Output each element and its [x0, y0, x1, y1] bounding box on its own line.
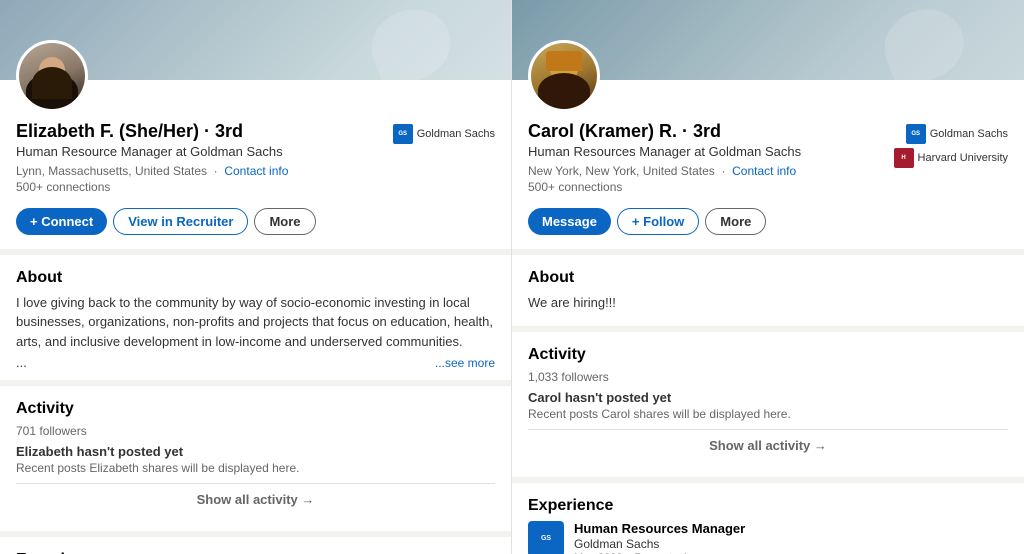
about-section-carol: About We are hiring!!! — [528, 269, 1008, 327]
activity-section-carol: Activity 1,033 followers Carol hasn't po… — [528, 346, 1008, 477]
profile-panel-elizabeth: Elizabeth F. (She/Her) · 3rd Human Resou… — [0, 0, 512, 554]
contact-info-link-elizabeth[interactable]: Contact info — [224, 164, 288, 178]
gs-logo-box-carol: GS — [906, 124, 926, 144]
about-text-carol: We are hiring!!! — [528, 293, 1008, 313]
company-logo-harvard-carol: H Harvard University — [894, 148, 1008, 168]
activity-sub-carol: Recent posts Carol shares will be displa… — [528, 407, 1008, 421]
show-all-activity-carol[interactable]: Show all activity → — [528, 438, 1008, 453]
about-title-carol: About — [528, 269, 1008, 287]
company-logos-carol: GS Goldman Sachs H Harvard University — [894, 124, 1008, 168]
divider-1-carol — [512, 249, 1024, 255]
action-buttons-carol: Message + Follow More — [528, 208, 1008, 235]
connect-button-elizabeth[interactable]: + Connect — [16, 208, 107, 235]
activity-title-carol: Activity — [528, 346, 1008, 364]
profile-panel-carol: Carol (Kramer) R. · 3rd Human Resources … — [512, 0, 1024, 554]
activity-followers-carol: 1,033 followers — [528, 370, 1008, 384]
company-logos-elizabeth: GS Goldman Sachs — [393, 124, 495, 144]
about-section-elizabeth: About I love giving back to the communit… — [16, 269, 495, 381]
more-button-carol[interactable]: More — [705, 208, 766, 235]
gs-label-elizabeth: Goldman Sachs — [417, 128, 495, 140]
avatar-image-elizabeth — [19, 43, 85, 109]
activity-followers-elizabeth: 701 followers — [16, 424, 495, 438]
profile-location-carol: New York, New York, United States · Cont… — [528, 164, 801, 178]
profile-info-row-elizabeth: Elizabeth F. (She/Her) · 3rd Human Resou… — [16, 120, 495, 204]
harvard-label-carol: Harvard University — [918, 152, 1008, 164]
profile-headline-elizabeth: Human Resource Manager at Goldman Sachs — [16, 143, 288, 161]
view-recruiter-button-elizabeth[interactable]: View in Recruiter — [113, 208, 248, 235]
contact-info-link-carol[interactable]: Contact info — [732, 164, 796, 178]
divider-3-elizabeth — [0, 531, 511, 537]
avatar-image-carol — [531, 43, 597, 109]
divider-1-elizabeth — [0, 249, 511, 255]
gs-label-carol: Goldman Sachs — [930, 128, 1008, 140]
activity-no-posts-elizabeth: Elizabeth hasn't posted yet — [16, 444, 495, 459]
avatar-elizabeth — [16, 40, 88, 112]
connections-elizabeth: 500+ connections — [16, 180, 288, 194]
experience-section-carol: Experience GS Human Resources Manager Go… — [528, 497, 1008, 554]
activity-section-elizabeth: Activity 701 followers Elizabeth hasn't … — [16, 400, 495, 531]
about-text-elizabeth: I love giving back to the community by w… — [16, 293, 495, 352]
exp-logo-carol: GS — [528, 521, 564, 554]
follow-button-carol[interactable]: + Follow — [617, 208, 699, 235]
divider-2-carol — [512, 326, 1024, 332]
name-headline-block-carol: Carol (Kramer) R. · 3rd Human Resources … — [528, 120, 801, 204]
activity-title-elizabeth: Activity — [16, 400, 495, 418]
about-ellipsis-elizabeth: ... — [16, 355, 27, 370]
message-button-carol[interactable]: Message — [528, 208, 611, 235]
see-more-elizabeth[interactable]: ...see more — [435, 356, 495, 370]
gs-logo-box-elizabeth: GS — [393, 124, 413, 144]
profile-content-carol: Carol (Kramer) R. · 3rd Human Resources … — [512, 80, 1024, 554]
harvard-logo-box-carol: H — [894, 148, 914, 168]
avatar-carol — [528, 40, 600, 112]
company-logo-gs-elizabeth: GS Goldman Sachs — [393, 124, 495, 144]
company-logo-gs-carol: GS Goldman Sachs — [906, 124, 1008, 144]
divider-3-carol — [512, 477, 1024, 483]
exp-details-carol: Human Resources Manager Goldman Sachs Ma… — [574, 521, 1003, 554]
action-buttons-elizabeth: + Connect View in Recruiter More — [16, 208, 495, 235]
profile-location-elizabeth: Lynn, Massachusetts, United States · Con… — [16, 164, 288, 178]
name-headline-block-elizabeth: Elizabeth F. (She/Her) · 3rd Human Resou… — [16, 120, 288, 204]
experience-title-carol: Experience — [528, 497, 1008, 515]
activity-sub-elizabeth: Recent posts Elizabeth shares will be di… — [16, 461, 495, 475]
profile-info-row-carol: Carol (Kramer) R. · 3rd Human Resources … — [528, 120, 1008, 204]
about-title-elizabeth: About — [16, 269, 495, 287]
more-button-elizabeth[interactable]: More — [254, 208, 315, 235]
profile-content-elizabeth: Elizabeth F. (She/Her) · 3rd Human Resou… — [0, 80, 511, 554]
activity-no-posts-carol: Carol hasn't posted yet — [528, 390, 1008, 405]
profile-name-carol: Carol (Kramer) R. · 3rd — [528, 120, 801, 143]
profile-name-elizabeth: Elizabeth F. (She/Her) · 3rd — [16, 120, 288, 143]
header-bg-elizabeth — [0, 0, 511, 80]
exp-company-carol: Goldman Sachs — [574, 537, 1003, 551]
show-all-activity-elizabeth[interactable]: Show all activity → — [16, 492, 495, 507]
exp-title-carol: Human Resources Manager — [574, 521, 1003, 536]
connections-carol: 500+ connections — [528, 180, 801, 194]
profile-headline-carol: Human Resources Manager at Goldman Sachs — [528, 143, 801, 161]
experience-item-carol-0: GS Human Resources Manager Goldman Sachs… — [528, 521, 1008, 554]
divider-2-elizabeth — [0, 380, 511, 386]
header-bg-carol — [512, 0, 1024, 80]
